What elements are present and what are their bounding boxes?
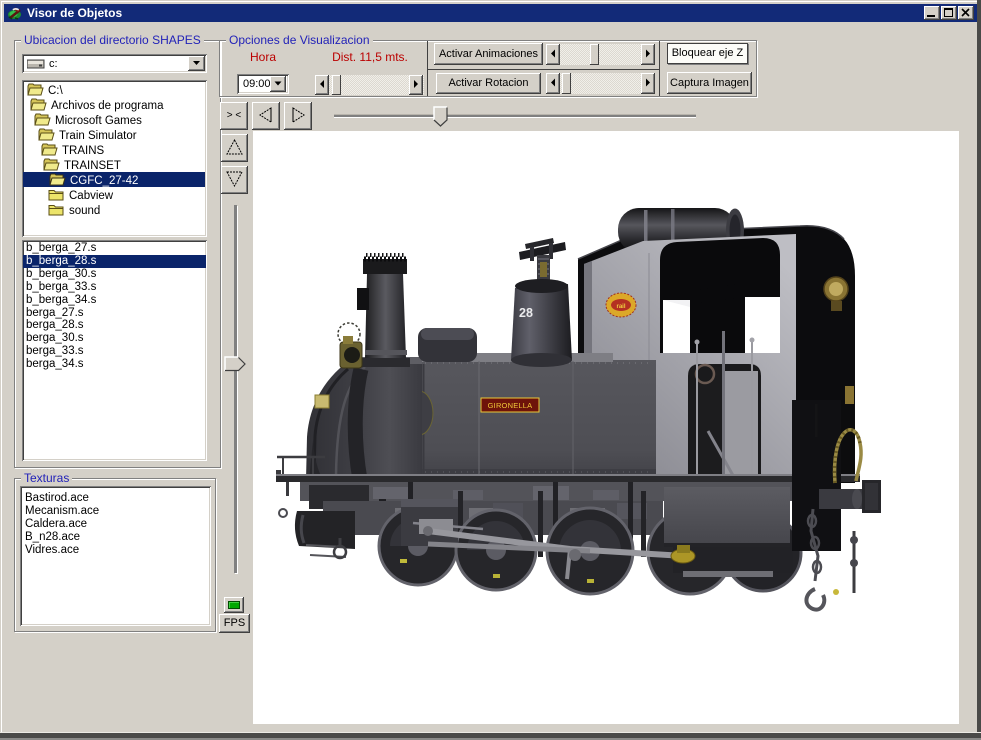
svg-text:28: 28 — [519, 306, 533, 320]
svg-text:GIRONELLA: GIRONELLA — [488, 401, 533, 410]
svg-text:rail: rail — [616, 304, 625, 310]
